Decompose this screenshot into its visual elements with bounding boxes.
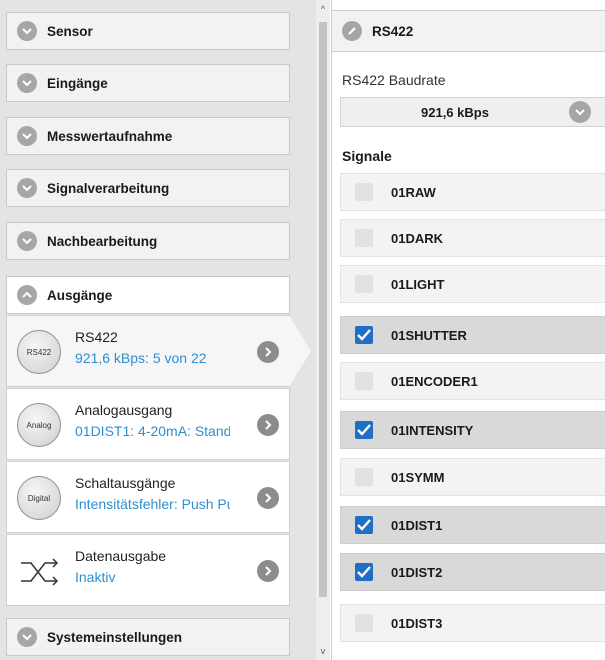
chevron-down-icon <box>17 73 37 93</box>
signal-label: 01DIST1 <box>391 518 443 533</box>
chevron-down-icon <box>17 231 37 251</box>
output-title: RS422 <box>75 329 118 345</box>
output-title: Schaltausgänge <box>75 475 176 491</box>
signal-label: 01DARK <box>391 231 444 246</box>
signal-label: 01LIGHT <box>391 277 445 292</box>
section-ausgaenge[interactable]: Ausgänge <box>6 276 290 314</box>
section-label: Eingänge <box>47 75 108 91</box>
checkbox-unchecked[interactable] <box>355 183 373 201</box>
chevron-up-icon <box>17 285 37 305</box>
checkbox-checked[interactable] <box>355 516 373 534</box>
baudrate-select[interactable]: 921,6 kBps <box>340 97 605 127</box>
baudrate-value: 921,6 kBps <box>421 105 489 120</box>
section-eingaenge[interactable]: Eingänge <box>6 64 290 102</box>
detail-header: RS422 <box>332 10 605 52</box>
scrollbar[interactable]: ^ v <box>316 0 330 660</box>
signal-row[interactable]: 01SHUTTER <box>340 316 605 354</box>
detail-title: RS422 <box>372 23 414 39</box>
checkbox-unchecked[interactable] <box>355 372 373 390</box>
output-subtitle: 01DIST1: 4-20mA: Standard <box>75 423 230 439</box>
signal-label: 01ENCODER1 <box>391 374 478 389</box>
output-subtitle: Intensitätsfehler: Push Pull <box>75 496 230 512</box>
rs422-icon: RS422 <box>17 330 61 374</box>
selection-pointer <box>289 315 311 387</box>
digital-icon: Digital <box>17 476 61 520</box>
checkbox-checked[interactable] <box>355 326 373 344</box>
analog-icon: Analog <box>17 403 61 447</box>
chevron-right-icon[interactable] <box>257 487 279 509</box>
checkbox-unchecked[interactable] <box>355 275 373 293</box>
signal-row[interactable]: 01DARK <box>340 219 605 257</box>
chevron-right-icon[interactable] <box>257 414 279 436</box>
signal-row[interactable]: 01SYMM <box>340 458 605 496</box>
signal-row[interactable]: 01DIST2 <box>340 553 605 591</box>
output-title: Analogausgang <box>75 402 173 418</box>
chevron-down-icon <box>17 126 37 146</box>
section-label: Ausgänge <box>47 287 113 303</box>
scroll-up-arrow-icon[interactable]: ^ <box>316 2 330 16</box>
signal-row[interactable]: 01RAW <box>340 173 605 211</box>
chevron-right-icon[interactable] <box>257 341 279 363</box>
baudrate-label: RS422 Baudrate <box>342 72 446 88</box>
chevron-down-icon <box>17 21 37 41</box>
checkbox-unchecked[interactable] <box>355 614 373 632</box>
signal-label: 01SHUTTER <box>391 328 467 343</box>
checkmark-icon <box>357 424 371 436</box>
chevron-down-icon <box>17 178 37 198</box>
signal-label: 01RAW <box>391 185 436 200</box>
section-label: Systemeinstellungen <box>47 629 183 645</box>
signal-label: 01DIST3 <box>391 616 443 631</box>
chevron-down-icon[interactable] <box>569 101 591 123</box>
output-subtitle: 921,6 kBps: 5 von 22 <box>75 350 207 366</box>
output-item-digital[interactable]: Digital Schaltausgänge Intensitätsfehler… <box>6 461 290 533</box>
section-sensor[interactable]: Sensor <box>6 12 290 50</box>
signal-row[interactable]: 01ENCODER1 <box>340 362 605 400</box>
data-switch-icon <box>17 549 61 593</box>
output-subtitle: Inaktiv <box>75 569 116 585</box>
section-messwertaufnahme[interactable]: Messwertaufnahme <box>6 117 290 155</box>
section-label: Sensor <box>47 23 93 39</box>
signal-row[interactable]: 01DIST3 <box>340 604 605 642</box>
signal-label: 01INTENSITY <box>391 423 474 438</box>
section-nachbearbeitung[interactable]: Nachbearbeitung <box>6 222 290 260</box>
chevron-right-icon[interactable] <box>257 560 279 582</box>
signal-row[interactable]: 01INTENSITY <box>340 411 605 449</box>
output-item-analog[interactable]: Analog Analogausgang 01DIST1: 4-20mA: St… <box>6 388 290 460</box>
scroll-down-arrow-icon[interactable]: v <box>316 644 330 658</box>
section-systemeinstellungen[interactable]: Systemeinstellungen <box>6 618 290 656</box>
checkbox-unchecked[interactable] <box>355 468 373 486</box>
signal-row[interactable]: 01DIST1 <box>340 506 605 544</box>
output-item-rs422[interactable]: RS422 RS422 921,6 kBps: 5 von 22 <box>6 315 290 387</box>
checkbox-checked[interactable] <box>355 421 373 439</box>
chevron-down-icon <box>17 627 37 647</box>
output-title: Datenausgabe <box>75 548 167 564</box>
checkbox-checked[interactable] <box>355 563 373 581</box>
section-signalverarbeitung[interactable]: Signalverarbeitung <box>6 169 290 207</box>
pencil-icon <box>342 21 362 41</box>
signal-label: 01SYMM <box>391 470 445 485</box>
navigation-panel: Sensor Eingänge Messwertaufnahme Signalv… <box>0 0 316 660</box>
checkbox-unchecked[interactable] <box>355 229 373 247</box>
detail-panel: RS422 RS422 Baudrate 921,6 kBps Signale … <box>331 0 605 660</box>
signals-heading: Signale <box>342 148 392 164</box>
output-item-datenausgabe[interactable]: Datenausgabe Inaktiv <box>6 534 290 606</box>
checkmark-icon <box>357 519 371 531</box>
checkmark-icon <box>357 329 371 341</box>
scroll-thumb[interactable] <box>319 22 327 597</box>
section-label: Nachbearbeitung <box>47 233 158 249</box>
signal-row[interactable]: 01LIGHT <box>340 265 605 303</box>
checkmark-icon <box>357 566 371 578</box>
signal-label: 01DIST2 <box>391 565 443 580</box>
section-label: Messwertaufnahme <box>47 128 173 144</box>
section-label: Signalverarbeitung <box>47 180 170 196</box>
